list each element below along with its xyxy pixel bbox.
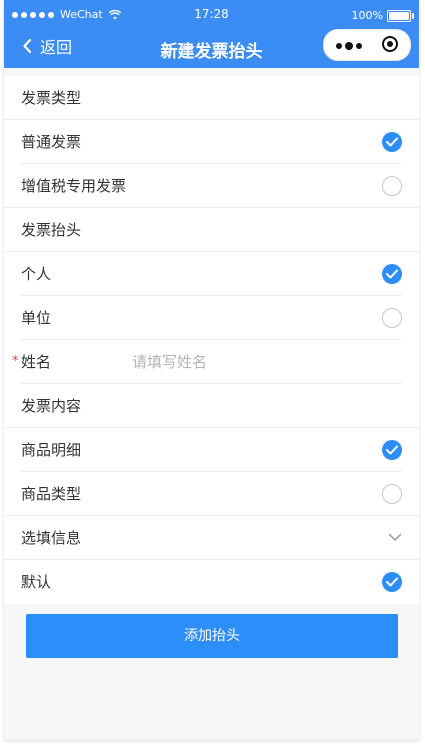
nav-bar: 返回 新建发票抬头 <box>4 28 419 68</box>
unchecked-radio-icon[interactable] <box>382 176 402 196</box>
chevron-down-icon[interactable] <box>388 533 402 542</box>
section-invoice-content: 发票内容 <box>4 384 419 428</box>
option-label: 普通发票 <box>21 133 82 151</box>
section-invoice-header: 发票抬头 <box>4 208 419 252</box>
invoice-form: 发票类型 普通发票 增值税专用发票 发票抬头 个人 单位 * 姓名 请填写姓名 … <box>4 76 419 604</box>
mini-program-capsule <box>323 29 411 61</box>
checked-radio-icon[interactable] <box>382 132 402 152</box>
option-row[interactable]: 普通发票 <box>4 120 419 164</box>
phone-screen: WeChat 17:28 100% 返回 新建发票抬头 发票类型 普通发票 增值… <box>4 0 419 740</box>
option-row[interactable]: 单位 <box>4 296 419 340</box>
add-header-button[interactable]: 添加抬头 <box>26 614 398 658</box>
option-label: 单位 <box>21 309 52 327</box>
section-label: 发票内容 <box>21 397 82 415</box>
battery-icon <box>387 9 414 22</box>
option-row[interactable]: 增值税专用发票 <box>4 164 419 208</box>
unchecked-radio-icon[interactable] <box>382 308 402 328</box>
top-bar: WeChat 17:28 100% 返回 新建发票抬头 <box>4 0 419 68</box>
option-label: 个人 <box>21 265 52 283</box>
option-label: 增值税专用发票 <box>21 177 127 195</box>
section-label: 发票类型 <box>21 89 82 107</box>
section-label: 发票抬头 <box>21 221 82 239</box>
option-row[interactable]: 个人 <box>4 252 419 296</box>
battery-percent: 100% <box>351 9 383 22</box>
status-bar: WeChat 17:28 100% <box>4 0 419 28</box>
optional-info-row[interactable]: 选填信息 <box>4 516 419 560</box>
battery-fill <box>389 11 409 20</box>
option-label: 商品类型 <box>21 485 82 503</box>
checked-radio-icon[interactable] <box>382 264 402 284</box>
name-input[interactable] <box>132 352 392 372</box>
more-icon[interactable] <box>336 42 362 50</box>
name-label: 姓名 <box>21 353 52 371</box>
default-row[interactable]: 默认 <box>4 560 419 604</box>
battery-indicator: 100% <box>351 9 414 22</box>
unchecked-radio-icon[interactable] <box>382 484 402 504</box>
option-row[interactable]: 商品明细 <box>4 428 419 472</box>
required-mark: * <box>12 354 19 369</box>
checked-radio-icon[interactable] <box>382 440 402 460</box>
optional-info-label: 选填信息 <box>21 529 82 547</box>
close-icon[interactable] <box>382 36 398 52</box>
checked-radio-icon[interactable] <box>382 572 402 592</box>
name-row: * 姓名 <box>4 340 419 384</box>
option-label: 商品明细 <box>21 441 82 459</box>
option-row[interactable]: 商品类型 <box>4 472 419 516</box>
section-invoice-type: 发票类型 <box>4 76 419 120</box>
default-label: 默认 <box>21 573 52 591</box>
